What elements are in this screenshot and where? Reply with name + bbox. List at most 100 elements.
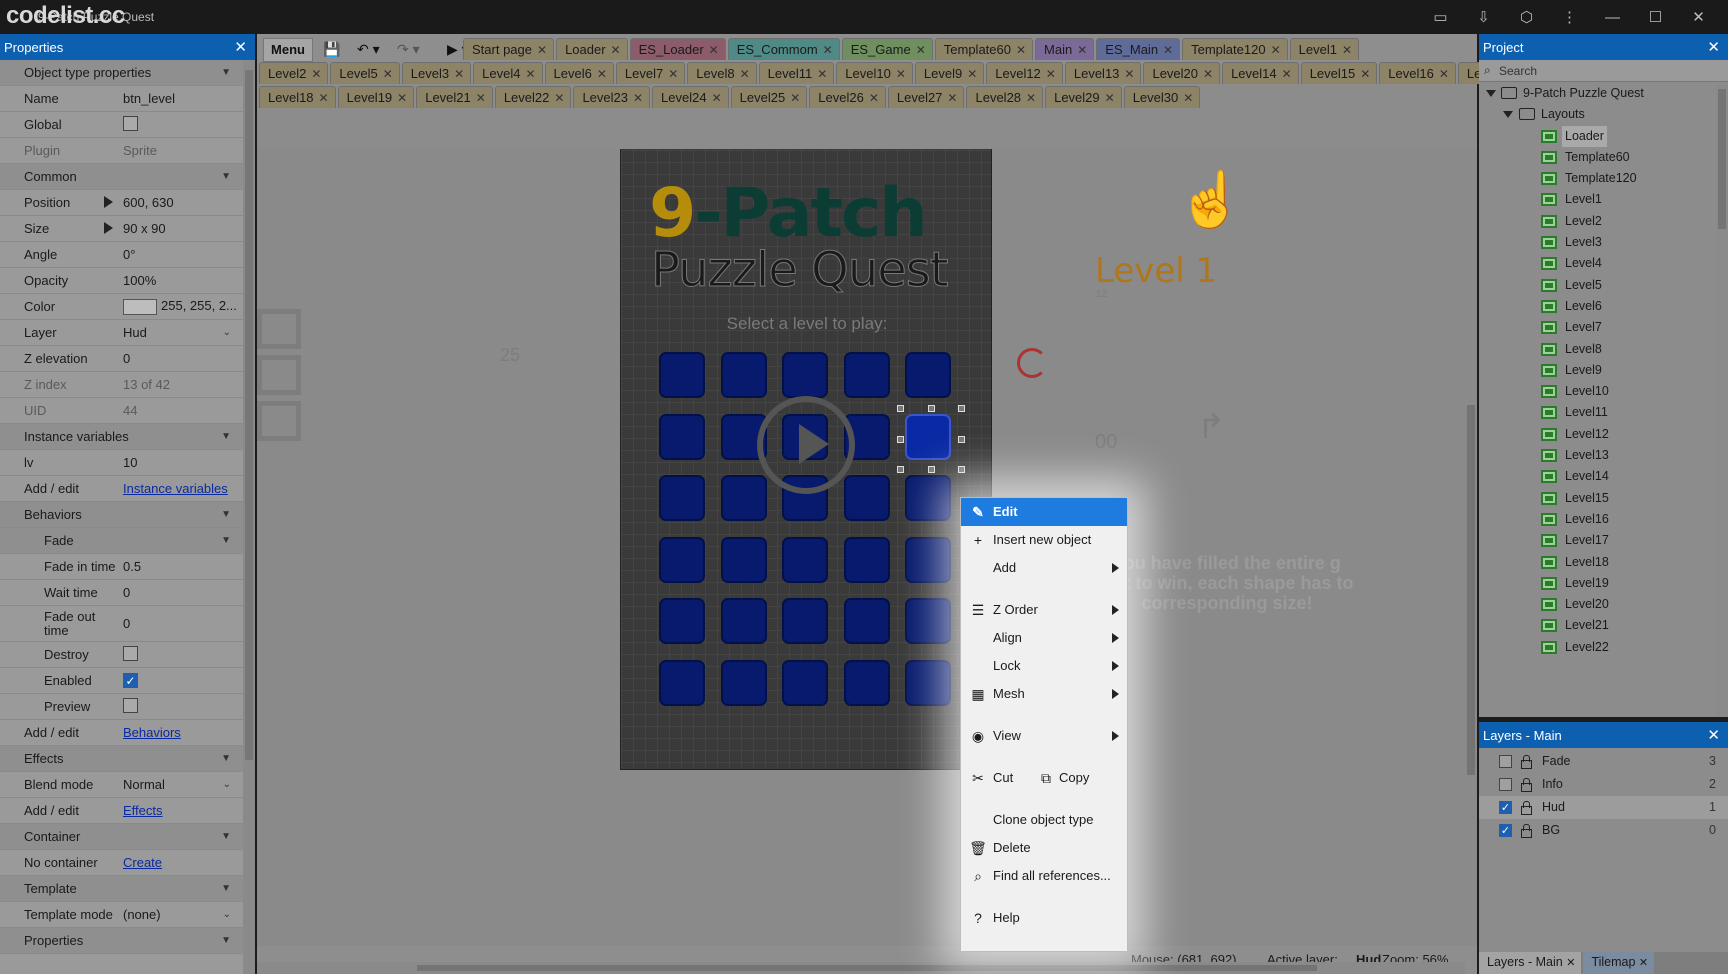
selection-handle[interactable]: [958, 405, 965, 412]
property-value[interactable]: 0: [121, 351, 255, 366]
property-row[interactable]: Add / edit Effects: [0, 798, 255, 824]
close-tab-icon[interactable]: ✕: [896, 67, 906, 81]
menu-item-align[interactable]: Align: [961, 624, 1127, 652]
property-section[interactable]: Behaviors ▼: [0, 502, 255, 528]
dropdown-chevron-icon[interactable]: ⌄: [223, 909, 231, 920]
tree-item-layout[interactable]: Level6: [1479, 296, 1715, 317]
close-tab-icon[interactable]: ✕: [823, 43, 833, 57]
close-tab-icon[interactable]: ✕: [668, 67, 678, 81]
property-row[interactable]: Name btn_level: [0, 86, 255, 112]
property-value[interactable]: 0.5: [121, 559, 255, 574]
lock-icon[interactable]: [1520, 823, 1532, 838]
selection-handle[interactable]: [897, 466, 904, 473]
property-value[interactable]: Hud: [121, 325, 255, 340]
property-row[interactable]: UID 44: [0, 398, 255, 424]
close-icon[interactable]: ✕: [1677, 8, 1720, 26]
close-tab-icon[interactable]: ✕: [1105, 91, 1115, 105]
close-layers-icon[interactable]: ✕: [1707, 726, 1720, 744]
tab-level18[interactable]: Level18 ✕: [259, 86, 336, 108]
tab-level28[interactable]: Level28 ✕: [966, 86, 1044, 108]
undo-icon[interactable]: ↶ ▾: [357, 41, 380, 58]
level-button[interactable]: [782, 598, 828, 644]
property-value[interactable]: 0°: [121, 247, 255, 262]
close-tab-icon[interactable]: ✕: [1203, 67, 1213, 81]
tree-item-layout[interactable]: Level10: [1479, 381, 1715, 402]
tree-item-layout[interactable]: Level14: [1479, 466, 1715, 487]
property-row[interactable]: Position 600, 630: [0, 190, 255, 216]
editor-vertical-scrollbar[interactable]: [1465, 149, 1477, 946]
tree-item-layout[interactable]: Level2: [1479, 211, 1715, 232]
tree-item-layout[interactable]: Level16: [1479, 509, 1715, 530]
tab-level5[interactable]: Level5 ✕: [330, 62, 400, 84]
level-button[interactable]: [905, 598, 951, 644]
property-row[interactable]: Enabled ✓: [0, 668, 255, 694]
property-row[interactable]: Layer Hud ⌄: [0, 320, 255, 346]
collapse-icon[interactable]: ▼: [221, 935, 231, 946]
tree-item-layout[interactable]: Level3: [1479, 232, 1715, 253]
property-checkbox[interactable]: [123, 115, 138, 131]
property-value[interactable]: (none): [121, 907, 255, 922]
property-value[interactable]: Normal: [121, 777, 255, 792]
collapse-icon[interactable]: ▼: [221, 753, 231, 764]
property-checkbox[interactable]: [123, 645, 138, 661]
menu-button[interactable]: Menu: [263, 38, 313, 62]
property-row[interactable]: Preview: [0, 694, 255, 720]
selection-handle[interactable]: [928, 466, 935, 473]
property-section[interactable]: Container ▼: [0, 824, 255, 850]
tab-level30[interactable]: Level30 ✕: [1123, 86, 1201, 108]
tab-level7[interactable]: Level7 ✕: [615, 62, 686, 84]
menu-item-cut[interactable]: ✂ Cut ⧉ Copy: [961, 764, 1127, 792]
menu-item-mesh[interactable]: ▦ Mesh: [961, 680, 1127, 708]
selection-handle[interactable]: [958, 436, 965, 443]
property-row[interactable]: Blend mode Normal ⌄: [0, 772, 255, 798]
tab-loader[interactable]: Loader ✕: [556, 38, 628, 60]
close-project-icon[interactable]: ✕: [1707, 38, 1720, 56]
close-tab-icon[interactable]: ✕: [817, 67, 827, 81]
menu-item-copy[interactable]: ⧉ Copy: [1041, 764, 1089, 792]
level-button[interactable]: [905, 475, 951, 521]
close-tab-icon[interactable]: ✕: [537, 43, 547, 57]
close-tab-icon[interactable]: ✕: [311, 67, 321, 81]
property-row[interactable]: Add / edit Behaviors: [0, 720, 255, 746]
tab-level4[interactable]: Level4 ✕: [473, 62, 543, 84]
expand-arrow-icon[interactable]: [104, 196, 113, 208]
tree-root-project[interactable]: 9-Patch Puzzle Quest: [1479, 83, 1715, 104]
level-button[interactable]: [720, 475, 767, 521]
close-tab-icon[interactable]: ✕: [1183, 91, 1193, 105]
tab-level3[interactable]: Level3 ✕: [401, 62, 472, 84]
property-row[interactable]: Add / edit Instance variables: [0, 476, 255, 502]
tab-level1[interactable]: Level1 ✕: [1289, 38, 1359, 60]
clipboard-icon[interactable]: ▭: [1419, 8, 1462, 26]
property-section[interactable]: Template ▼: [0, 876, 255, 902]
tab-start-page[interactable]: Start page ✕: [463, 38, 555, 60]
property-link[interactable]: Instance variables: [123, 481, 228, 496]
tree-item-layout[interactable]: Level11: [1479, 402, 1715, 423]
tree-item-layout[interactable]: Level8: [1479, 339, 1715, 360]
tree-item-layout[interactable]: Level7: [1479, 317, 1715, 338]
level-button[interactable]: [720, 536, 767, 583]
project-scrollbar[interactable]: [1716, 83, 1728, 717]
close-tab-icon[interactable]: ✕: [790, 91, 800, 105]
property-section[interactable]: Properties ▼: [0, 928, 255, 954]
tab-es-main[interactable]: ES_Main ✕: [1096, 38, 1181, 60]
property-link[interactable]: Effects: [123, 803, 163, 818]
tree-item-layout[interactable]: Level1: [1479, 189, 1715, 210]
maximize-icon[interactable]: ☐: [1634, 8, 1677, 26]
property-row[interactable]: Destroy: [0, 642, 255, 668]
level-button[interactable]: [843, 659, 890, 706]
tab-level26[interactable]: Level26 ✕: [809, 86, 886, 108]
tab-level6[interactable]: Level6 ✕: [544, 62, 614, 84]
tree-item-layout[interactable]: Level4: [1479, 253, 1715, 274]
layer-visibility-checkbox[interactable]: [1499, 755, 1512, 768]
close-tab-icon[interactable]: ✕: [1282, 67, 1292, 81]
level-button[interactable]: [782, 352, 828, 398]
close-tab-icon[interactable]: ✕: [1026, 91, 1036, 105]
level-button[interactable]: [659, 536, 705, 583]
property-row[interactable]: Wait time 0: [0, 580, 255, 606]
level-button[interactable]: [843, 536, 890, 583]
close-tab-icon[interactable]: ✕: [454, 67, 464, 81]
close-tab-icon[interactable]: ✕: [525, 67, 535, 81]
layer-visibility-checkbox[interactable]: ✓: [1499, 824, 1512, 837]
game-viewport[interactable]: 9-Patch Puzzle Quest Select a level to p…: [620, 149, 992, 770]
tab-main[interactable]: Main ✕: [1035, 38, 1095, 60]
